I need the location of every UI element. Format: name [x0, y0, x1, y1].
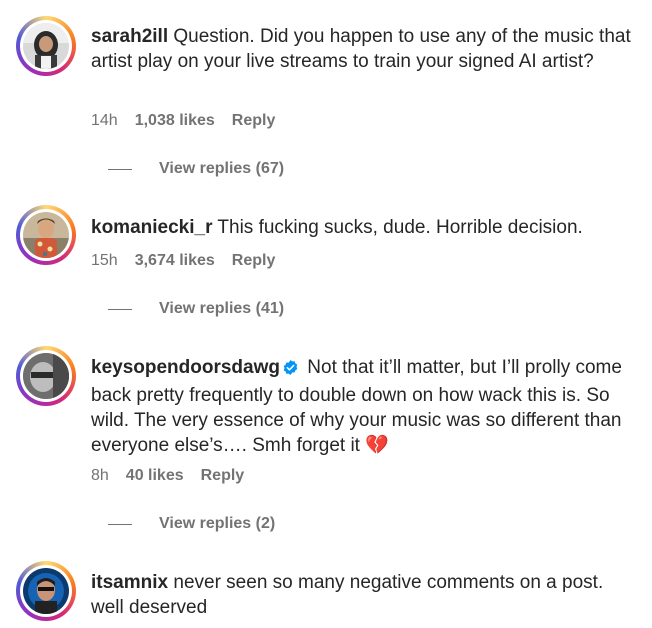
comment-likes[interactable]: 1,038 likes: [135, 112, 215, 130]
comment-username[interactable]: komaniecki_r: [91, 217, 212, 238]
avatar-story-ring[interactable]: [16, 16, 76, 76]
comment-text-block: keysopendoorsdawg Not that it’ll matter,…: [91, 355, 639, 458]
divider-line: [108, 308, 132, 310]
comment-text-block: komaniecki_r This fucking sucks, dude. H…: [91, 215, 639, 240]
view-replies-button[interactable]: View replies (67): [108, 160, 284, 178]
view-replies-label: View replies (41): [159, 300, 285, 317]
comment-body: never seen so many negative comments on …: [91, 572, 604, 618]
avatar-photo-icon: [23, 568, 69, 614]
divider-line: [108, 168, 132, 170]
view-replies-label: View replies (67): [159, 160, 285, 177]
avatar-photo-icon: [23, 212, 69, 258]
avatar-inner: [20, 565, 72, 617]
verified-badge-icon: [282, 358, 299, 383]
avatar: [23, 212, 69, 258]
comment-username[interactable]: itsamnix: [91, 572, 168, 593]
avatar: [23, 23, 69, 69]
comment-meta: 14h 1,038 likes Reply: [91, 112, 275, 130]
comment-likes[interactable]: 3,674 likes: [135, 252, 215, 270]
broken-heart-emoji-icon: 💔: [365, 435, 389, 456]
comment-text-block: itsamnix never seen so many negative com…: [91, 570, 639, 620]
avatar-photo-icon: [23, 353, 69, 399]
avatar-story-ring[interactable]: [16, 561, 76, 621]
comment-meta: 8h 40 likes Reply: [91, 467, 244, 485]
comment-body: Question. Did you happen to use any of t…: [91, 26, 631, 72]
avatar-story-ring[interactable]: [16, 205, 76, 265]
comment-meta: 15h 3,674 likes Reply: [91, 252, 275, 270]
divider-line: [108, 523, 132, 525]
comment-timestamp[interactable]: 14h: [91, 112, 118, 130]
comment-timestamp[interactable]: 15h: [91, 252, 118, 270]
view-replies-button[interactable]: View replies (41): [108, 300, 284, 318]
comment-text-block: sarah2ill Question. Did you happen to us…: [91, 24, 639, 74]
comment-body: This fucking sucks, dude. Horrible decis…: [217, 217, 583, 238]
avatar-inner: [20, 350, 72, 402]
comment-likes[interactable]: 40 likes: [126, 467, 184, 485]
reply-button[interactable]: Reply: [232, 252, 276, 270]
view-replies-button[interactable]: View replies (2): [108, 515, 275, 533]
view-replies-label: View replies (2): [159, 515, 276, 532]
avatar: [23, 568, 69, 614]
reply-button[interactable]: Reply: [201, 467, 245, 485]
avatar-inner: [20, 209, 72, 261]
reply-button[interactable]: Reply: [232, 112, 276, 130]
avatar: [23, 353, 69, 399]
avatar-inner: [20, 20, 72, 72]
avatar-story-ring[interactable]: [16, 346, 76, 406]
comment-timestamp[interactable]: 8h: [91, 467, 109, 485]
comment-username[interactable]: keysopendoorsdawg: [91, 357, 280, 378]
comment-username[interactable]: sarah2ill: [91, 26, 168, 47]
avatar-photo-icon: [23, 23, 69, 69]
